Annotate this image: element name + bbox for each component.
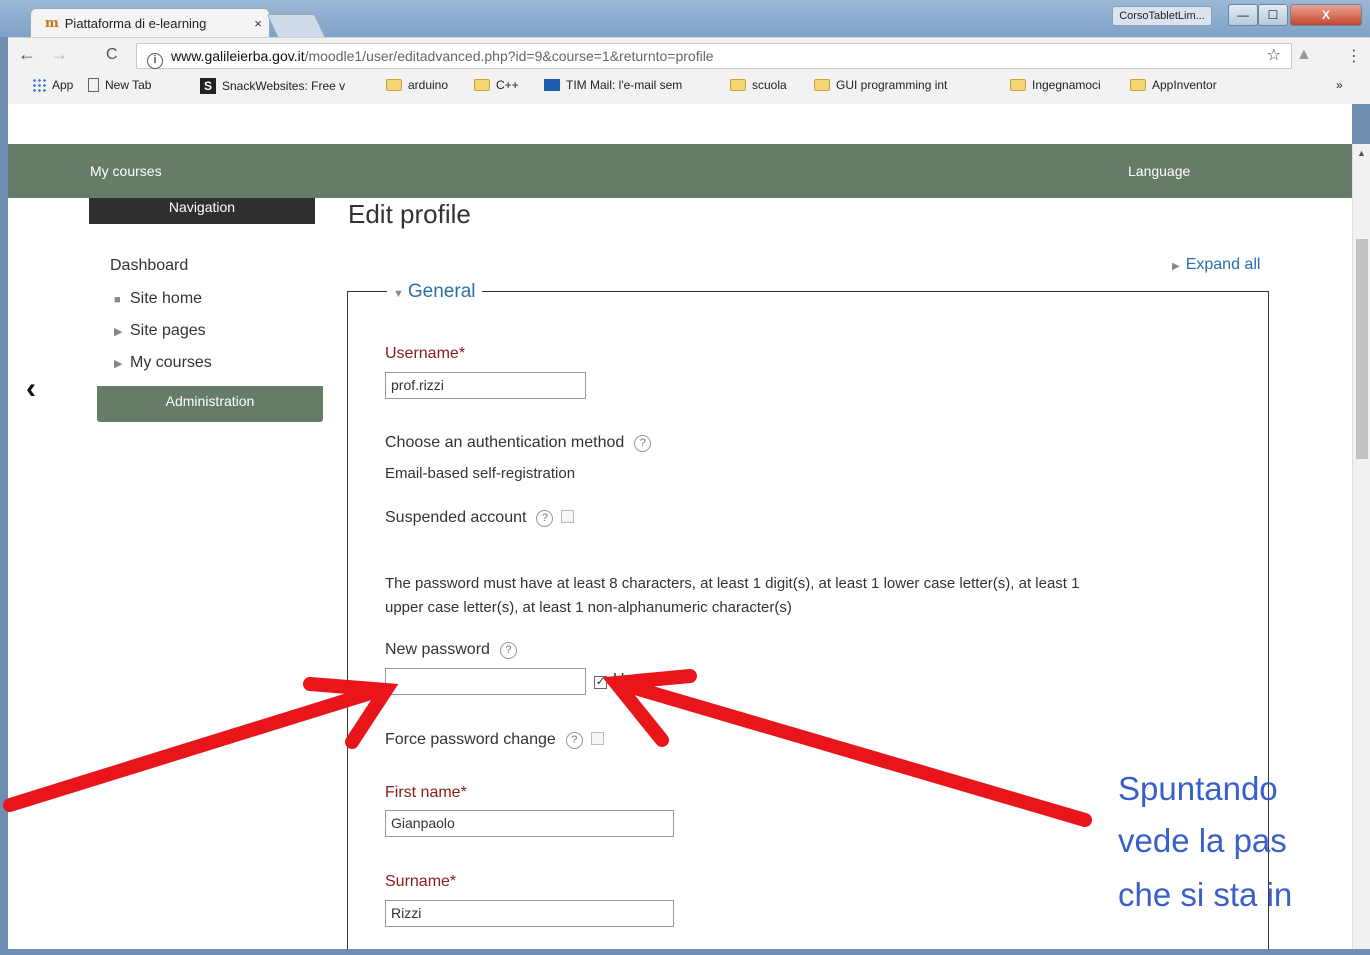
window-bottom-border (0, 949, 1370, 955)
left-red-arrow-shaft (3, 683, 387, 812)
right-red-arrow-shaft (611, 676, 1092, 827)
callout-line-2: vede la pas (1118, 822, 1287, 859)
annotation-arrows (3, 669, 1092, 827)
callout-line-3: che si sta in (1118, 876, 1293, 913)
callout-line-1: Spuntando (1118, 770, 1278, 807)
